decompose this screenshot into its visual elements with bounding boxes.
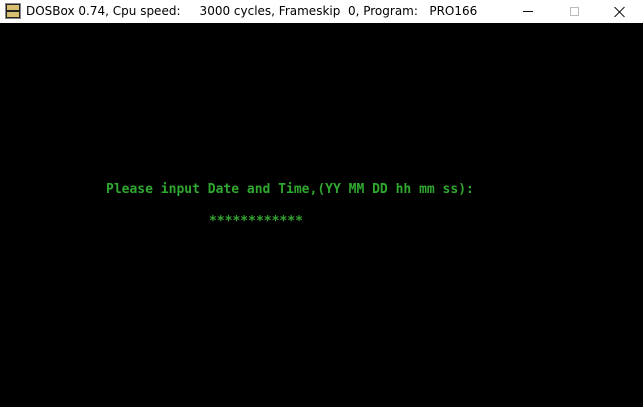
minimize-icon bbox=[523, 11, 533, 12]
maximize-button[interactable] bbox=[551, 0, 597, 23]
minimize-button[interactable] bbox=[505, 0, 551, 23]
date-time-prompt: Please input Date and Time,(YY MM DD hh … bbox=[106, 182, 474, 197]
dosbox-icon[interactable] bbox=[5, 3, 21, 19]
window-title: DOSBox 0.74, Cpu speed: 3000 cycles, Fra… bbox=[26, 4, 478, 18]
maximize-icon bbox=[569, 7, 579, 16]
close-icon bbox=[614, 6, 626, 18]
close-button[interactable] bbox=[597, 0, 643, 23]
masked-input-field[interactable]: ************ bbox=[209, 214, 303, 230]
dos-console-screen[interactable]: Please input Date and Time,(YY MM DD hh … bbox=[0, 23, 643, 407]
title-bar[interactable]: DOSBox 0.74, Cpu speed: 3000 cycles, Fra… bbox=[0, 0, 643, 23]
dosbox-window: DOSBox 0.74, Cpu speed: 3000 cycles, Fra… bbox=[0, 0, 643, 407]
